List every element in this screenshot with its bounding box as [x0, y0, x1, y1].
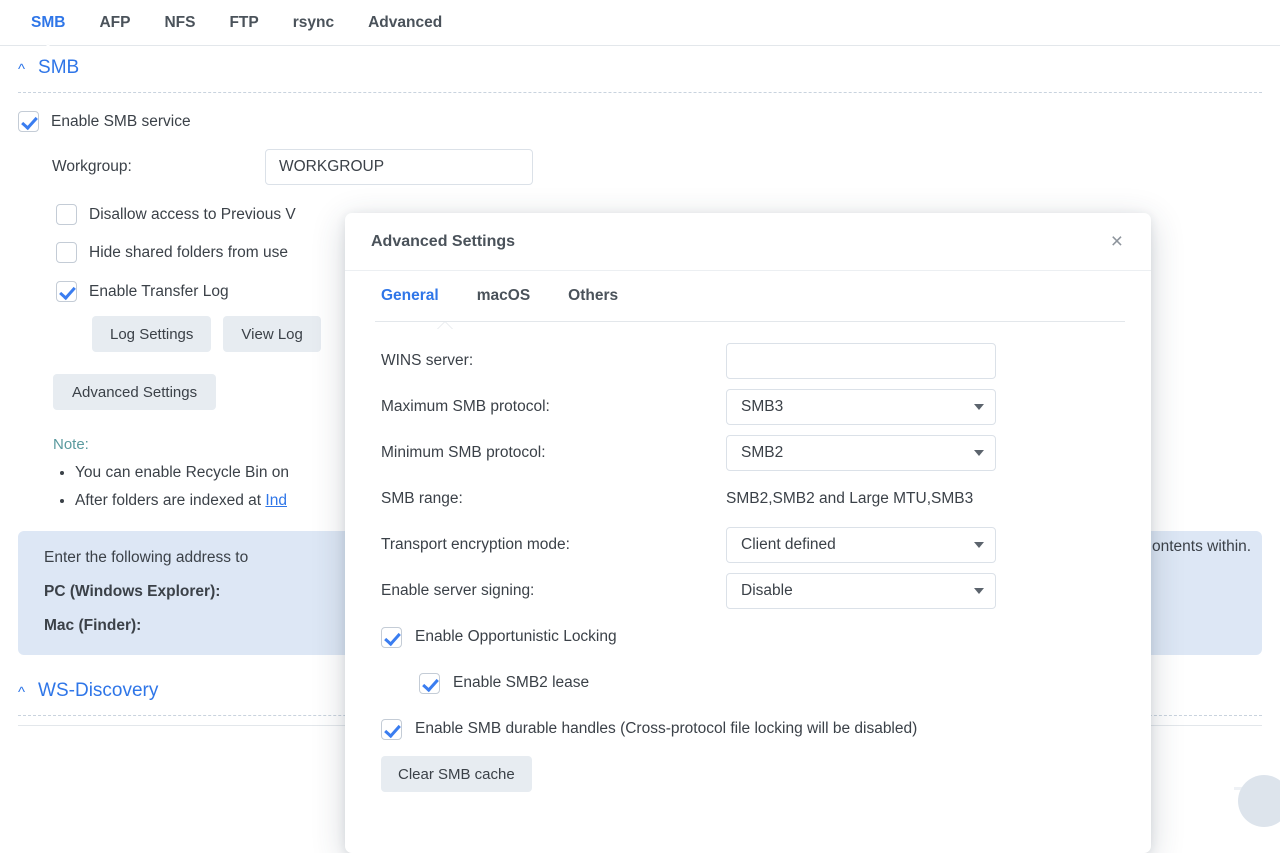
- oplock-label: Enable Opportunistic Locking: [415, 628, 617, 646]
- dialog-tab-others[interactable]: Others: [549, 271, 637, 321]
- min-protocol-control: SMB2: [726, 435, 1121, 471]
- max-protocol-value: SMB3: [741, 398, 783, 416]
- smb-range-value: SMB2,SMB2 and Large MTU,SMB3: [726, 490, 973, 507]
- disallow-previous-versions-checkbox[interactable]: [56, 204, 77, 225]
- tab-advanced[interactable]: Advanced: [351, 0, 459, 45]
- enable-transfer-log-label: Enable Transfer Log: [89, 283, 229, 301]
- view-log-button[interactable]: View Log: [223, 316, 320, 352]
- advanced-settings-button[interactable]: Advanced Settings: [53, 374, 216, 410]
- indexing-link[interactable]: Ind: [265, 492, 287, 509]
- workgroup-input[interactable]: WORKGROUP: [265, 149, 533, 185]
- min-protocol-label: Minimum SMB protocol:: [381, 444, 726, 462]
- chevron-down-icon: [974, 404, 984, 410]
- dialog-body: WINS server: Maximum SMB protocol: SMB3 …: [345, 322, 1151, 792]
- enable-smb-service-checkbox[interactable]: [18, 111, 39, 132]
- tab-nfs[interactable]: NFS: [147, 0, 212, 45]
- smb2-lease-row[interactable]: Enable SMB2 lease: [381, 660, 1121, 706]
- server-signing-control: Disable: [726, 573, 1121, 609]
- wsdiscovery-section-title: WS-Discovery: [38, 680, 158, 702]
- hide-shared-folders-checkbox[interactable]: [56, 242, 77, 263]
- enable-transfer-log-checkbox[interactable]: [56, 281, 77, 302]
- advanced-settings-dialog: Advanced Settings × General macOS Others…: [345, 213, 1151, 853]
- dialog-tab-general[interactable]: General: [375, 271, 458, 321]
- tab-rsync[interactable]: rsync: [276, 0, 351, 45]
- server-signing-row: Enable server signing: Disable: [381, 568, 1121, 614]
- note-item-text: After folders are indexed at: [75, 492, 265, 509]
- smb-range-row: SMB range: SMB2,SMB2 and Large MTU,SMB3: [381, 476, 1121, 522]
- tab-smb[interactable]: SMB: [14, 0, 82, 45]
- server-signing-value: Disable: [741, 582, 793, 600]
- tab-afp[interactable]: AFP: [82, 0, 147, 45]
- smb-section-divider: [18, 92, 1262, 93]
- smb-section-title: SMB: [38, 57, 79, 79]
- min-protocol-value: SMB2: [741, 444, 783, 462]
- smb2-lease-checkbox[interactable]: [419, 673, 440, 694]
- max-protocol-label: Maximum SMB protocol:: [381, 398, 726, 416]
- transport-encryption-value: Client defined: [741, 536, 836, 554]
- smb-range-control: SMB2,SMB2 and Large MTU,SMB3: [726, 490, 1121, 508]
- max-protocol-control: SMB3: [726, 389, 1121, 425]
- workgroup-row: Workgroup: WORKGROUP: [52, 149, 1280, 185]
- min-protocol-row: Minimum SMB protocol: SMB2: [381, 430, 1121, 476]
- chevron-up-icon: ^: [18, 685, 25, 700]
- protocol-tab-list: SMB AFP NFS FTP rsync Advanced: [0, 0, 1280, 45]
- durable-handles-label: Enable SMB durable handles (Cross-protoc…: [415, 720, 917, 738]
- oplock-row[interactable]: Enable Opportunistic Locking: [381, 614, 1121, 660]
- dialog-title: Advanced Settings: [371, 233, 1105, 251]
- chevron-down-icon: [974, 542, 984, 548]
- dialog-header: Advanced Settings ×: [345, 213, 1151, 271]
- protocol-tabbar: SMB AFP NFS FTP rsync Advanced: [0, 0, 1280, 46]
- enable-smb-service-label: Enable SMB service: [51, 113, 191, 131]
- dialog-tab-list: General macOS Others: [345, 271, 1151, 321]
- smb2-lease-label: Enable SMB2 lease: [453, 674, 589, 692]
- max-protocol-select[interactable]: SMB3: [726, 389, 996, 425]
- wins-server-control: [726, 343, 1121, 379]
- wins-server-label: WINS server:: [381, 352, 726, 370]
- dialog-tab-divider: [375, 321, 1125, 322]
- chevron-down-icon: [974, 588, 984, 594]
- server-signing-select[interactable]: Disable: [726, 573, 996, 609]
- wins-server-row: WINS server:: [381, 338, 1121, 384]
- close-icon[interactable]: ×: [1105, 227, 1129, 256]
- durable-handles-row[interactable]: Enable SMB durable handles (Cross-protoc…: [381, 706, 1121, 752]
- oplock-checkbox[interactable]: [381, 627, 402, 648]
- server-signing-label: Enable server signing:: [381, 582, 726, 600]
- chevron-down-icon: [974, 450, 984, 456]
- clear-cache-row: Clear SMB cache: [381, 756, 1121, 792]
- disallow-previous-versions-label: Disallow access to Previous V: [89, 206, 296, 224]
- wins-server-input[interactable]: [726, 343, 996, 379]
- clear-smb-cache-button[interactable]: Clear SMB cache: [381, 756, 532, 792]
- transport-encryption-control: Client defined: [726, 527, 1121, 563]
- dialog-tab-macos[interactable]: macOS: [458, 271, 549, 321]
- workgroup-label: Workgroup:: [52, 158, 265, 176]
- workgroup-value: WORKGROUP: [279, 158, 384, 176]
- max-protocol-row: Maximum SMB protocol: SMB3: [381, 384, 1121, 430]
- durable-handles-checkbox[interactable]: [381, 719, 402, 740]
- min-protocol-select[interactable]: SMB2: [726, 435, 996, 471]
- tab-ftp[interactable]: FTP: [212, 0, 275, 45]
- smb-range-label: SMB range:: [381, 490, 726, 508]
- active-tab-indicator: [437, 321, 453, 329]
- transport-encryption-select[interactable]: Client defined: [726, 527, 996, 563]
- transport-encryption-row: Transport encryption mode: Client define…: [381, 522, 1121, 568]
- smb-section-header[interactable]: ^ SMB: [0, 46, 1280, 90]
- transport-encryption-label: Transport encryption mode:: [381, 536, 726, 554]
- log-settings-button[interactable]: Log Settings: [92, 316, 211, 352]
- enable-smb-service-row[interactable]: Enable SMB service: [18, 111, 1280, 132]
- note-overflow-text: ontents within.: [1152, 538, 1251, 556]
- hide-shared-folders-label: Hide shared folders from use: [89, 244, 288, 262]
- chevron-up-icon: ^: [18, 62, 25, 77]
